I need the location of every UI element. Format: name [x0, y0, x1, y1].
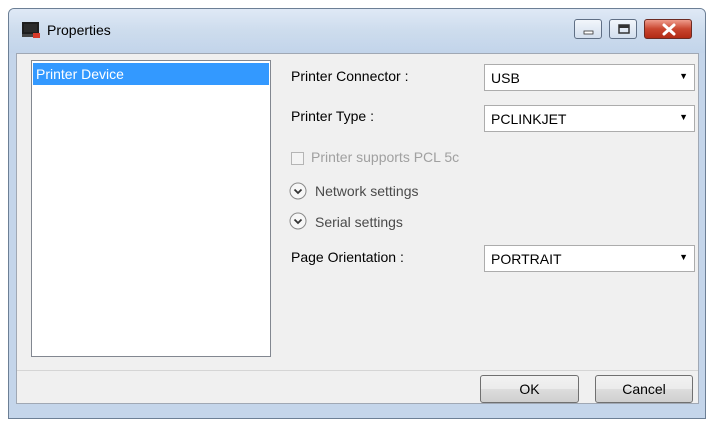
category-list[interactable]: Printer Device	[31, 60, 271, 357]
minimize-icon	[583, 30, 594, 35]
footer-divider	[17, 370, 698, 371]
page-orientation-label: Page Orientation :	[291, 249, 404, 265]
printer-window-icon	[21, 21, 41, 39]
close-button[interactable]	[644, 19, 692, 39]
printer-connector-dropdown[interactable]: USB ▼	[484, 64, 695, 91]
printer-connector-label: Printer Connector :	[291, 68, 409, 84]
network-settings-label[interactable]: Network settings	[315, 183, 418, 199]
pcl5c-label: Printer supports PCL 5c	[311, 149, 460, 165]
printer-type-value: PCLINKJET	[491, 111, 567, 127]
title-bar[interactable]: Properties	[9, 9, 705, 53]
maximize-icon	[618, 24, 630, 34]
chevron-down-icon: ▼	[679, 112, 688, 122]
list-item-printer-device[interactable]: Printer Device	[33, 63, 269, 85]
cancel-button[interactable]: Cancel	[595, 375, 693, 403]
printer-type-label: Printer Type :	[291, 108, 375, 124]
expand-network-icon[interactable]	[289, 182, 307, 200]
serial-settings-label[interactable]: Serial settings	[315, 214, 403, 230]
page-orientation-dropdown[interactable]: PORTRAIT ▼	[484, 245, 695, 272]
page-orientation-value: PORTRAIT	[491, 251, 562, 267]
window-title: Properties	[47, 22, 111, 38]
pcl5c-checkbox[interactable]	[291, 152, 304, 165]
printer-connector-value: USB	[491, 70, 520, 86]
ok-button[interactable]: OK	[480, 375, 579, 403]
maximize-button[interactable]	[609, 19, 637, 39]
chevron-down-icon: ▼	[679, 252, 688, 262]
chevron-down-icon: ▼	[679, 71, 688, 81]
dialog-content: Printer Device Printer Connector : USB ▼…	[16, 53, 699, 404]
minimize-button[interactable]	[574, 19, 602, 39]
properties-window: Properties Printer Device Printer Connec…	[8, 8, 706, 419]
close-icon	[662, 23, 676, 36]
printer-type-dropdown[interactable]: PCLINKJET ▼	[484, 105, 695, 132]
expand-serial-icon[interactable]	[289, 212, 307, 230]
